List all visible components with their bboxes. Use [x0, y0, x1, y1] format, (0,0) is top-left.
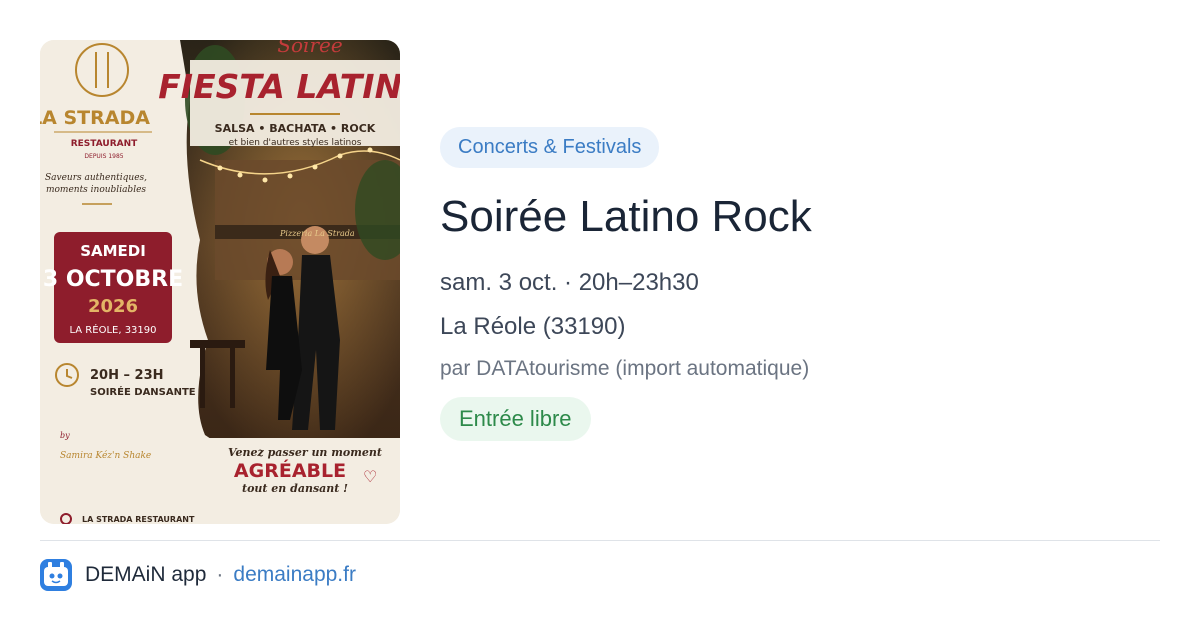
app-url-link[interactable]: demainapp.fr — [233, 563, 356, 587]
poster-promo-1: Venez passer un moment — [228, 446, 382, 459]
poster-hours-sub: SOIRÉE DANSANTE — [90, 385, 196, 398]
category-badge[interactable]: Concerts & Festivals — [440, 127, 660, 168]
poster-headline: FIESTA LATINA — [158, 67, 400, 106]
event-datetime: sam. 3 oct. · 20h–23h30 — [440, 268, 699, 296]
poster-restaurant-sub: RESTAURANT — [71, 139, 138, 149]
poster-styles-sub: et bien d'autres styles latinos — [229, 138, 362, 148]
app-name: DEMAiN app — [85, 563, 207, 586]
event-info: Concerts & Festivals Soirée Latino Rock … — [440, 127, 1160, 441]
app-logo-icon — [40, 559, 72, 591]
footer: DEMAiN app · demainapp.fr — [40, 558, 356, 592]
poster-tagline-1: Saveurs authentiques, — [45, 173, 147, 183]
event-location: La Réole (33190) — [440, 312, 626, 340]
footer-divider — [40, 540, 1160, 541]
poster-promo-2: AGRÉABLE — [234, 459, 346, 482]
poster-date-day: SAMEDI — [80, 242, 146, 260]
poster-date-main: 3 OCTOBRE — [43, 267, 183, 292]
poster-bottom-text: LA STRADA RESTAURANT — [82, 515, 195, 524]
poster-by: by — [60, 431, 70, 440]
footer-separator: · — [216, 563, 224, 586]
poster-date-year: 2026 — [88, 296, 138, 317]
poster-hours: 20H – 23H — [90, 368, 164, 383]
event-source: par DATAtourisme (import automatique) — [440, 356, 810, 380]
event-poster[interactable]: Pizzeria La Strada Soirée FIESTA LATINA … — [40, 40, 400, 524]
poster-restaurant-name: LA STRADA — [40, 107, 150, 129]
heart-icon: ♡ — [363, 467, 377, 486]
poster-art: Pizzeria La Strada Soirée FIESTA LATINA … — [40, 40, 400, 524]
poster-sign-text: Pizzeria La Strada — [279, 229, 355, 238]
price-badge: Entrée libre — [440, 396, 591, 441]
poster-signature: Samira Kéz'n Shake — [60, 450, 151, 461]
poster-date-place: LA RÉOLE, 33190 — [69, 323, 156, 336]
poster-promo-3: tout en dansant ! — [242, 482, 348, 495]
event-title: Soirée Latino Rock — [440, 192, 812, 241]
poster-tagline-2: moments inoubliables — [46, 185, 146, 195]
poster-since: DEPUIS 1985 — [84, 153, 123, 160]
poster-styles: SALSA • BACHATA • ROCK — [215, 122, 376, 135]
poster-soiree: Soirée — [277, 40, 342, 57]
terrace-table — [190, 340, 245, 348]
